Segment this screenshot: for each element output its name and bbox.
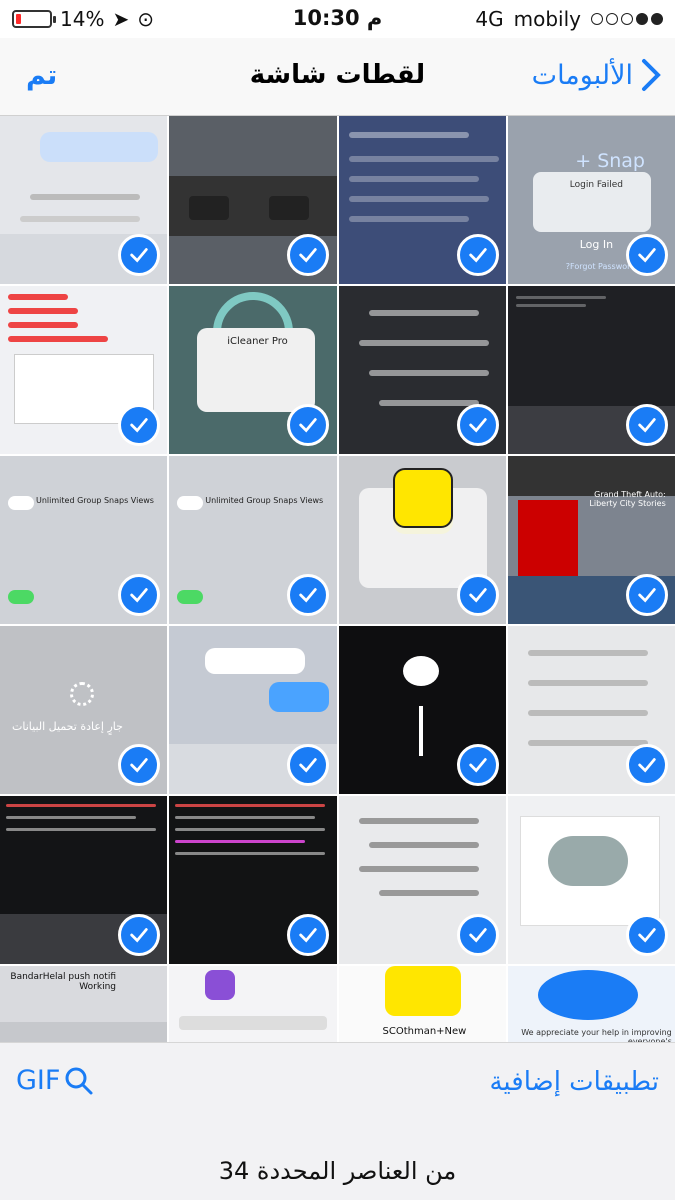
photo-thumbnail[interactable] xyxy=(338,626,506,794)
photo-thumbnail[interactable] xyxy=(338,286,506,454)
status-right: 4G mobily xyxy=(475,7,663,31)
photo-thumbnail[interactable] xyxy=(169,966,337,1042)
selected-check-icon xyxy=(625,234,668,276)
login-failed-text: Login Failed xyxy=(569,180,624,190)
appreciate-text: We appreciate your help in improving eve… xyxy=(521,1028,672,1042)
selected-check-icon xyxy=(287,744,330,786)
photos-picker-screen: 14% ➤ ⊙ 10:30 م 4G mobily تم لقطات شاشة … xyxy=(0,0,675,1200)
photo-thumbnail[interactable] xyxy=(507,286,675,454)
selected-check-icon xyxy=(118,574,160,616)
reloading-data-text: جارٍ إعادة تحميل البيانات xyxy=(12,720,123,733)
carrier-name: mobily xyxy=(513,7,581,31)
selected-check-icon xyxy=(456,404,499,446)
photo-thumbnail[interactable]: Grand Theft Auto: Liberty City Stories xyxy=(507,456,675,624)
photo-thumbnail[interactable]: iCleaner Pro xyxy=(169,286,337,454)
selected-check-icon xyxy=(625,914,668,956)
photo-thumbnail[interactable] xyxy=(338,456,506,624)
albums-back-button[interactable]: الألبومات xyxy=(532,58,661,92)
photo-thumbnail[interactable] xyxy=(0,286,168,454)
gta-text: Grand Theft Auto: Liberty City Stories xyxy=(589,490,666,508)
photo-grid: Snap + Login Failed Log In Forgot Passwo… xyxy=(0,116,675,1042)
icleaner-text: iCleaner Pro xyxy=(227,336,288,347)
signal-icon xyxy=(591,13,663,25)
selected-check-icon xyxy=(625,744,668,786)
selection-count: 34 من العناصر المحددة xyxy=(218,1157,457,1185)
photo-thumbnail[interactable] xyxy=(507,626,675,794)
unlimited-snaps-text: Unlimited Group Snaps Views xyxy=(205,496,324,505)
scothman-text: SCOthman+New xyxy=(382,1026,467,1037)
photo-thumbnail[interactable]: We appreciate your help in improving eve… xyxy=(507,966,675,1042)
photo-thumbnail[interactable] xyxy=(169,796,337,964)
photo-thumbnail[interactable]: Snap + Login Failed Log In Forgot Passwo… xyxy=(507,116,675,284)
bottom-toolbar: GIF تطبيقات إضافية 34 من العناصر المحددة xyxy=(0,1042,675,1200)
photo-thumbnail[interactable] xyxy=(0,116,168,284)
selected-check-icon xyxy=(625,404,668,446)
photo-thumbnail[interactable]: BandarHelal push notifi Working xyxy=(0,966,168,1042)
photo-thumbnail[interactable]: SCOthman+New xyxy=(338,966,506,1042)
gif-search-button[interactable]: GIF xyxy=(16,1065,94,1096)
selected-check-icon xyxy=(287,234,330,276)
selected-check-icon xyxy=(456,744,499,786)
more-apps-button[interactable]: تطبيقات إضافية xyxy=(489,1067,659,1097)
gif-label: GIF xyxy=(16,1065,61,1096)
selected-check-icon xyxy=(118,744,160,786)
forgot-password-text: Forgot Password? xyxy=(565,262,636,271)
unlimited-snaps-text-2: Unlimited Group Snaps Views xyxy=(36,496,154,505)
snap-plus-text: Snap + xyxy=(575,150,645,172)
status-bar: 14% ➤ ⊙ 10:30 م 4G mobily xyxy=(0,0,675,38)
selected-check-icon xyxy=(118,234,160,276)
photo-thumbnail[interactable]: Unlimited Group Snaps Views xyxy=(0,456,168,624)
selected-check-icon xyxy=(456,234,499,276)
selected-check-icon xyxy=(625,574,668,616)
chevron-right-icon xyxy=(642,59,661,91)
photo-thumbnail[interactable] xyxy=(338,796,506,964)
selected-check-icon xyxy=(456,914,499,956)
photo-thumbnail[interactable] xyxy=(507,796,675,964)
photo-thumbnail[interactable] xyxy=(0,796,168,964)
network-type: 4G xyxy=(475,7,504,31)
selected-check-icon xyxy=(118,914,160,956)
photo-thumbnail[interactable]: Unlimited Group Snaps Views xyxy=(169,456,337,624)
bandar-text: BandarHelal push notifi Working xyxy=(10,972,116,992)
photo-thumbnail[interactable]: جارٍ إعادة تحميل البيانات xyxy=(0,626,168,794)
login-text: Log In xyxy=(579,238,614,251)
albums-back-label: الألبومات xyxy=(531,59,633,91)
selected-check-icon xyxy=(287,404,330,446)
selected-check-icon xyxy=(456,574,499,616)
photo-thumbnail[interactable] xyxy=(169,626,337,794)
photo-thumbnail[interactable] xyxy=(338,116,506,284)
search-icon xyxy=(65,1067,93,1094)
selected-check-icon xyxy=(287,574,330,616)
photo-thumbnail[interactable] xyxy=(169,116,337,284)
selected-check-icon xyxy=(287,914,330,956)
navigation-bar: تم لقطات شاشة الألبومات xyxy=(0,38,675,116)
selected-check-icon xyxy=(118,404,160,446)
